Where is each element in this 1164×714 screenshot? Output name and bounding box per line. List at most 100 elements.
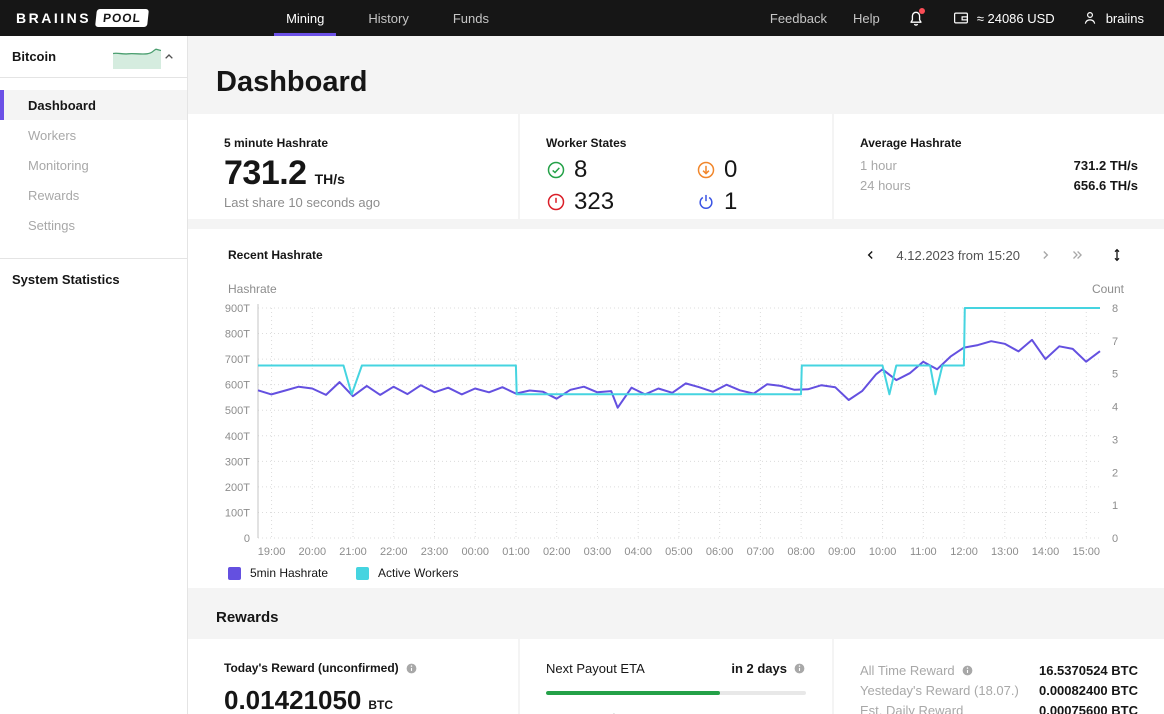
next-payout-label: Next Payout ETA <box>546 661 645 676</box>
all-time-reward-value: 16.5370524 BTC <box>1039 663 1138 678</box>
sidebar-item-label: Rewards <box>28 188 79 203</box>
est-daily-reward-label: Est. Daily Reward <box>860 703 963 714</box>
legend-active-workers[interactable]: Active Workers <box>356 566 458 580</box>
card-worker-states: Worker States 8 0 <box>520 114 832 219</box>
tab-mining[interactable]: Mining <box>264 0 346 36</box>
next-period-button[interactable] <box>1034 244 1056 266</box>
notifications-bell-icon[interactable] <box>906 8 926 28</box>
svg-text:700T: 700T <box>225 354 250 366</box>
svg-text:3: 3 <box>1112 434 1118 446</box>
sidebar-nav: Dashboard Workers Monitoring Rewards Set… <box>0 78 187 240</box>
tab-history[interactable]: History <box>346 0 430 36</box>
avg-24h-label: 24 hours <box>860 178 911 193</box>
svg-text:05:00: 05:00 <box>665 546 693 558</box>
svg-text:7: 7 <box>1112 336 1118 348</box>
svg-text:07:00: 07:00 <box>747 546 775 558</box>
svg-text:23:00: 23:00 <box>421 546 449 558</box>
card-title: Worker States <box>546 136 806 150</box>
avg-1h-row: 1 hour 731.2 TH/s <box>860 158 1138 173</box>
svg-text:06:00: 06:00 <box>706 546 734 558</box>
yesterday-reward-value: 0.00082400 BTC <box>1039 683 1138 698</box>
card-reward-stats: All Time Reward 16.5370524 BTC Yesteday'… <box>834 639 1164 714</box>
sidebar-item-label: Dashboard <box>28 98 96 113</box>
right-axis-title: Count <box>1092 282 1124 296</box>
svg-text:100T: 100T <box>225 507 250 519</box>
rewards-cards-row: Today's Reward (unconfirmed) 0.01421050 … <box>188 639 1164 714</box>
svg-text:15:00: 15:00 <box>1073 546 1101 558</box>
card-next-payout: Next Payout ETA in 2 days Account Balanc… <box>520 639 832 714</box>
wallet-balance[interactable]: ≈ 24086 USD <box>952 9 1055 27</box>
info-icon[interactable] <box>961 664 974 677</box>
username-text: braiins <box>1106 11 1144 26</box>
card-5min-hashrate: 5 minute Hashrate 731.2 TH/s Last share … <box>188 114 518 219</box>
hashrate-chart-svg[interactable]: 19:0020:0021:0022:0023:0000:0001:0002:00… <box>188 300 1164 560</box>
svg-text:22:00: 22:00 <box>380 546 408 558</box>
info-icon[interactable] <box>793 662 806 675</box>
svg-text:09:00: 09:00 <box>828 546 856 558</box>
page-title: Dashboard <box>216 66 1164 99</box>
help-link[interactable]: Help <box>853 11 880 26</box>
svg-text:1: 1 <box>1112 500 1118 512</box>
svg-text:01:00: 01:00 <box>502 546 530 558</box>
feedback-link[interactable]: Feedback <box>770 11 827 26</box>
sidebar-item-dashboard[interactable]: Dashboard <box>0 90 187 120</box>
last-share-text: Last share 10 seconds ago <box>224 195 494 210</box>
prev-period-button[interactable] <box>860 244 882 266</box>
avg-1h-label: 1 hour <box>860 158 897 173</box>
workers-disabled-count: 1 <box>724 188 737 216</box>
svg-text:08:00: 08:00 <box>787 546 815 558</box>
user-menu[interactable]: braiins <box>1081 9 1144 27</box>
legend-label: Active Workers <box>378 566 458 580</box>
bitcoin-sparkline <box>113 45 161 69</box>
wallet-icon <box>952 9 970 27</box>
payout-progress-bar <box>546 691 806 695</box>
chevron-up-icon[interactable] <box>161 49 177 65</box>
left-axis-title: Hashrate <box>228 282 277 296</box>
chart-date-controls: 4.12.2023 from 15:20 <box>860 244 1128 266</box>
chart-title: Recent Hashrate <box>228 248 323 262</box>
primary-tabs: Mining History Funds <box>264 0 511 36</box>
top-nav: BRAIINS POOL Mining History Funds Feedba… <box>0 0 1164 36</box>
sidebar-item-workers[interactable]: Workers <box>0 120 187 150</box>
todays-reward-unit: BTC <box>368 698 393 712</box>
legend-5min-hashrate[interactable]: 5min Hashrate <box>228 566 328 580</box>
svg-text:8: 8 <box>1112 303 1118 315</box>
legend-swatch <box>228 567 241 580</box>
svg-text:13:00: 13:00 <box>991 546 1019 558</box>
tab-funds-label: Funds <box>453 11 489 26</box>
workers-offline: 323 <box>546 188 696 216</box>
est-daily-reward-row: Est. Daily Reward 0.00075600 BTC <box>860 703 1138 714</box>
sidebar-item-system-statistics[interactable]: System Statistics <box>0 258 187 300</box>
card-average-hashrate: Average Hashrate 1 hour 731.2 TH/s 24 ho… <box>834 114 1164 219</box>
app-window: BRAIINS POOL Mining History Funds Feedba… <box>0 0 1164 714</box>
svg-text:200T: 200T <box>225 482 250 494</box>
svg-text:00:00: 00:00 <box>461 546 489 558</box>
svg-text:0: 0 <box>1112 533 1118 545</box>
wallet-balance-text: ≈ 24086 USD <box>977 11 1055 26</box>
user-icon <box>1081 9 1099 27</box>
hashrate-unit: TH/s <box>315 171 345 187</box>
svg-text:19:00: 19:00 <box>258 546 286 558</box>
sidebar-item-rewards[interactable]: Rewards <box>0 180 187 210</box>
svg-text:04:00: 04:00 <box>624 546 652 558</box>
tab-funds[interactable]: Funds <box>431 0 511 36</box>
latest-period-button[interactable] <box>1066 244 1088 266</box>
coin-selector-bitcoin[interactable]: Bitcoin <box>0 36 187 78</box>
workers-disabled: 1 <box>696 188 806 216</box>
expand-chart-icon[interactable] <box>1106 244 1128 266</box>
sidebar-item-monitoring[interactable]: Monitoring <box>0 150 187 180</box>
svg-text:20:00: 20:00 <box>299 546 327 558</box>
hashrate-value: 731.2 <box>224 154 307 193</box>
avg-24h-row: 24 hours 656.6 TH/s <box>860 178 1138 193</box>
svg-text:2: 2 <box>1112 467 1118 479</box>
legend-label: 5min Hashrate <box>250 566 328 580</box>
svg-text:14:00: 14:00 <box>1032 546 1060 558</box>
avg-1h-value: 731.2 TH/s <box>1074 158 1138 173</box>
braiins-pool-logo[interactable]: BRAIINS POOL <box>0 0 164 36</box>
svg-text:0: 0 <box>244 533 250 545</box>
info-icon[interactable] <box>405 662 418 675</box>
sidebar: Bitcoin Dashboard Workers Monitoring Rew… <box>0 36 188 714</box>
sidebar-item-settings[interactable]: Settings <box>0 210 187 240</box>
workers-ok-count: 8 <box>574 156 587 184</box>
svg-text:300T: 300T <box>225 456 250 468</box>
